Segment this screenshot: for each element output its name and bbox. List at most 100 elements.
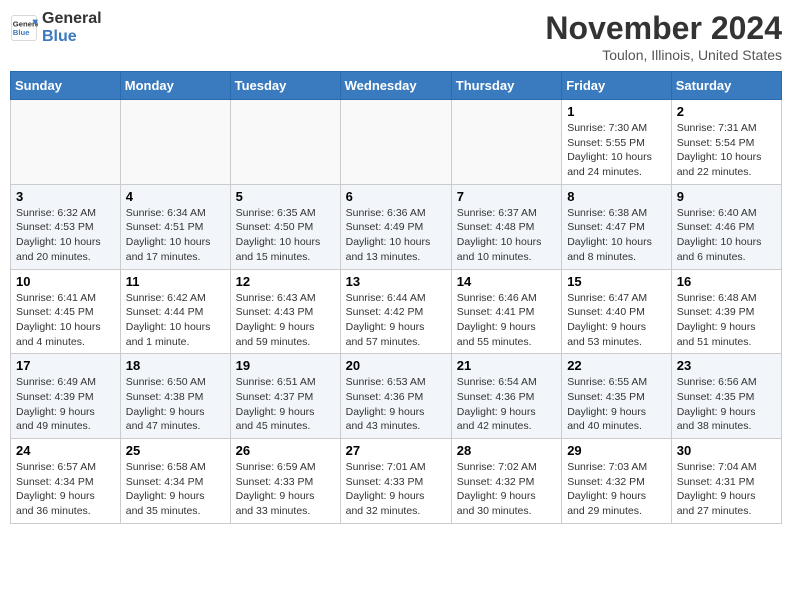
day-number: 24 — [16, 443, 115, 458]
day-info: Sunrise: 6:50 AM Sunset: 4:38 PM Dayligh… — [126, 375, 225, 434]
day-number: 14 — [457, 274, 556, 289]
calendar-cell: 19 Sunrise: 6:51 AM Sunset: 4:37 PM Dayli… — [230, 354, 340, 439]
calendar-cell: 5 Sunrise: 6:35 AM Sunset: 4:50 PM Daylig… — [230, 184, 340, 269]
day-number: 10 — [16, 274, 115, 289]
weekday-header-wednesday: Wednesday — [340, 72, 451, 100]
calendar-cell — [120, 100, 230, 185]
calendar-cell: 4 Sunrise: 6:34 AM Sunset: 4:51 PM Daylig… — [120, 184, 230, 269]
location: Toulon, Illinois, United States — [545, 47, 782, 63]
calendar-cell: 7 Sunrise: 6:37 AM Sunset: 4:48 PM Daylig… — [451, 184, 561, 269]
weekday-header-friday: Friday — [562, 72, 672, 100]
day-info: Sunrise: 7:31 AM Sunset: 5:54 PM Dayligh… — [677, 121, 776, 180]
day-number: 9 — [677, 189, 776, 204]
day-info: Sunrise: 6:58 AM Sunset: 4:34 PM Dayligh… — [126, 460, 225, 519]
day-number: 15 — [567, 274, 666, 289]
weekday-header-row: SundayMondayTuesdayWednesdayThursdayFrid… — [11, 72, 782, 100]
calendar: SundayMondayTuesdayWednesdayThursdayFrid… — [10, 71, 782, 524]
day-info: Sunrise: 6:41 AM Sunset: 4:45 PM Dayligh… — [16, 291, 115, 350]
day-number: 28 — [457, 443, 556, 458]
day-info: Sunrise: 6:48 AM Sunset: 4:39 PM Dayligh… — [677, 291, 776, 350]
weekday-header-saturday: Saturday — [671, 72, 781, 100]
calendar-cell: 8 Sunrise: 6:38 AM Sunset: 4:47 PM Daylig… — [562, 184, 672, 269]
day-info: Sunrise: 6:35 AM Sunset: 4:50 PM Dayligh… — [236, 206, 335, 265]
day-info: Sunrise: 7:03 AM Sunset: 4:32 PM Dayligh… — [567, 460, 666, 519]
calendar-cell: 27Sunrise: 7:01 AM Sunset: 4:33 PM Dayli… — [340, 439, 451, 524]
calendar-cell: 15 Sunrise: 6:47 AM Sunset: 4:40 PM Dayli… — [562, 269, 672, 354]
day-number: 23 — [677, 358, 776, 373]
calendar-cell: 9 Sunrise: 6:40 AM Sunset: 4:46 PM Daylig… — [671, 184, 781, 269]
svg-text:Blue: Blue — [13, 28, 30, 37]
day-number: 5 — [236, 189, 335, 204]
calendar-cell — [230, 100, 340, 185]
day-info: Sunrise: 7:01 AM Sunset: 4:33 PM Dayligh… — [346, 460, 446, 519]
header: General Blue General Blue November 2024 … — [10, 10, 782, 63]
calendar-cell: 25 Sunrise: 6:58 AM Sunset: 4:34 PM Dayli… — [120, 439, 230, 524]
calendar-cell — [340, 100, 451, 185]
calendar-cell: 30Sunrise: 7:04 AM Sunset: 4:31 PM Dayli… — [671, 439, 781, 524]
day-number: 26 — [236, 443, 335, 458]
day-info: Sunrise: 6:38 AM Sunset: 4:47 PM Dayligh… — [567, 206, 666, 265]
day-number: 12 — [236, 274, 335, 289]
day-number: 25 — [126, 443, 225, 458]
week-row-1: 1Sunrise: 7:30 AM Sunset: 5:55 PM Daylig… — [11, 100, 782, 185]
day-number: 19 — [236, 358, 335, 373]
day-number: 13 — [346, 274, 446, 289]
calendar-cell: 2Sunrise: 7:31 AM Sunset: 5:54 PM Daylig… — [671, 100, 781, 185]
calendar-cell — [11, 100, 121, 185]
logo-icon: General Blue — [10, 14, 38, 42]
day-info: Sunrise: 6:37 AM Sunset: 4:48 PM Dayligh… — [457, 206, 556, 265]
week-row-3: 10 Sunrise: 6:41 AM Sunset: 4:45 PM Dayli… — [11, 269, 782, 354]
calendar-cell: 24 Sunrise: 6:57 AM Sunset: 4:34 PM Dayli… — [11, 439, 121, 524]
day-info: Sunrise: 6:57 AM Sunset: 4:34 PM Dayligh… — [16, 460, 115, 519]
day-number: 8 — [567, 189, 666, 204]
calendar-cell: 21 Sunrise: 6:54 AM Sunset: 4:36 PM Dayli… — [451, 354, 561, 439]
day-number: 4 — [126, 189, 225, 204]
day-info: Sunrise: 6:54 AM Sunset: 4:36 PM Dayligh… — [457, 375, 556, 434]
calendar-cell: 13 Sunrise: 6:44 AM Sunset: 4:42 PM Dayli… — [340, 269, 451, 354]
calendar-cell: 11Sunrise: 6:42 AM Sunset: 4:44 PM Dayli… — [120, 269, 230, 354]
day-info: Sunrise: 6:47 AM Sunset: 4:40 PM Dayligh… — [567, 291, 666, 350]
day-info: Sunrise: 6:46 AM Sunset: 4:41 PM Dayligh… — [457, 291, 556, 350]
day-info: Sunrise: 6:51 AM Sunset: 4:37 PM Dayligh… — [236, 375, 335, 434]
week-row-2: 3 Sunrise: 6:32 AM Sunset: 4:53 PM Daylig… — [11, 184, 782, 269]
day-number: 17 — [16, 358, 115, 373]
day-info: Sunrise: 6:44 AM Sunset: 4:42 PM Dayligh… — [346, 291, 446, 350]
week-row-4: 17 Sunrise: 6:49 AM Sunset: 4:39 PM Dayli… — [11, 354, 782, 439]
weekday-header-monday: Monday — [120, 72, 230, 100]
calendar-cell — [451, 100, 561, 185]
day-info: Sunrise: 6:32 AM Sunset: 4:53 PM Dayligh… — [16, 206, 115, 265]
calendar-cell: 6Sunrise: 6:36 AM Sunset: 4:49 PM Daylig… — [340, 184, 451, 269]
month-title: November 2024 — [545, 10, 782, 47]
logo-blue: Blue — [42, 28, 102, 46]
calendar-cell: 22 Sunrise: 6:55 AM Sunset: 4:35 PM Dayli… — [562, 354, 672, 439]
day-info: Sunrise: 6:34 AM Sunset: 4:51 PM Dayligh… — [126, 206, 225, 265]
calendar-cell: 29Sunrise: 7:03 AM Sunset: 4:32 PM Dayli… — [562, 439, 672, 524]
day-info: Sunrise: 6:55 AM Sunset: 4:35 PM Dayligh… — [567, 375, 666, 434]
calendar-cell: 23Sunrise: 6:56 AM Sunset: 4:35 PM Dayli… — [671, 354, 781, 439]
day-number: 7 — [457, 189, 556, 204]
logo: General Blue General Blue — [10, 10, 102, 46]
day-number: 21 — [457, 358, 556, 373]
calendar-cell: 16 Sunrise: 6:48 AM Sunset: 4:39 PM Dayli… — [671, 269, 781, 354]
week-row-5: 24 Sunrise: 6:57 AM Sunset: 4:34 PM Dayli… — [11, 439, 782, 524]
day-number: 16 — [677, 274, 776, 289]
day-number: 22 — [567, 358, 666, 373]
calendar-cell: 10 Sunrise: 6:41 AM Sunset: 4:45 PM Dayli… — [11, 269, 121, 354]
day-number: 1 — [567, 104, 666, 119]
weekday-header-sunday: Sunday — [11, 72, 121, 100]
logo-general: General — [42, 10, 102, 28]
calendar-cell: 12Sunrise: 6:43 AM Sunset: 4:43 PM Dayli… — [230, 269, 340, 354]
weekday-header-tuesday: Tuesday — [230, 72, 340, 100]
day-info: Sunrise: 6:40 AM Sunset: 4:46 PM Dayligh… — [677, 206, 776, 265]
day-info: Sunrise: 6:36 AM Sunset: 4:49 PM Dayligh… — [346, 206, 446, 265]
calendar-cell: 1Sunrise: 7:30 AM Sunset: 5:55 PM Daylig… — [562, 100, 672, 185]
day-number: 3 — [16, 189, 115, 204]
day-number: 18 — [126, 358, 225, 373]
day-number: 30 — [677, 443, 776, 458]
day-info: Sunrise: 6:49 AM Sunset: 4:39 PM Dayligh… — [16, 375, 115, 434]
title-area: November 2024 Toulon, Illinois, United S… — [545, 10, 782, 63]
calendar-cell: 18 Sunrise: 6:50 AM Sunset: 4:38 PM Dayli… — [120, 354, 230, 439]
day-info: Sunrise: 7:02 AM Sunset: 4:32 PM Dayligh… — [457, 460, 556, 519]
calendar-cell: 28 Sunrise: 7:02 AM Sunset: 4:32 PM Dayli… — [451, 439, 561, 524]
day-info: Sunrise: 6:53 AM Sunset: 4:36 PM Dayligh… — [346, 375, 446, 434]
